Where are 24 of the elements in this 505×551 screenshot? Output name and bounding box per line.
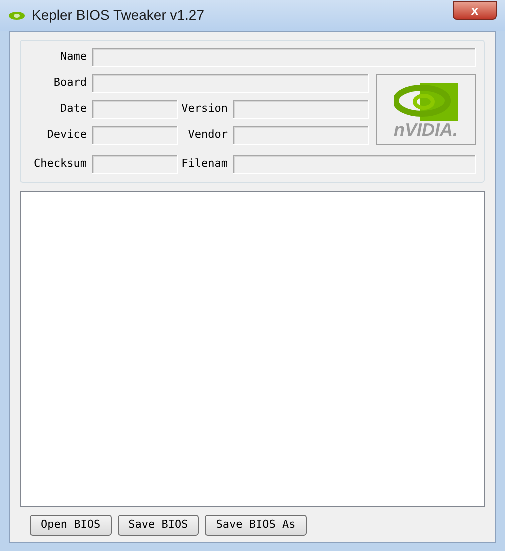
field-label: Device xyxy=(46,127,88,144)
eye-logo-icon xyxy=(8,10,26,20)
bios-button[interactable]: Save BIOS As xyxy=(205,515,307,536)
field-label: Checksum xyxy=(33,156,88,172)
text-field[interactable] xyxy=(92,74,369,93)
field-label: Vendor xyxy=(187,127,229,144)
bios-button[interactable]: Open BIOS xyxy=(30,515,112,536)
field-label: Filenam xyxy=(180,156,229,172)
text-field[interactable] xyxy=(92,48,476,67)
text-field[interactable] xyxy=(92,155,178,174)
field-label: Date xyxy=(60,101,88,118)
window-title: Kepler BIOS Tweaker v1.27 xyxy=(32,6,204,25)
text-field[interactable] xyxy=(233,155,476,174)
text-field[interactable] xyxy=(92,126,178,145)
logo-text: nVIDIA. xyxy=(394,120,458,138)
eye-logo-icon xyxy=(394,80,458,120)
text-field[interactable] xyxy=(92,100,178,119)
close-button[interactable]: x xyxy=(453,1,497,20)
bios-button[interactable]: Save BIOS xyxy=(118,515,200,536)
field-label: Name xyxy=(60,49,88,66)
text-field[interactable] xyxy=(233,126,369,145)
text-field[interactable] xyxy=(233,100,369,119)
field-label: Version xyxy=(180,101,229,118)
field-label: Board xyxy=(52,75,88,92)
